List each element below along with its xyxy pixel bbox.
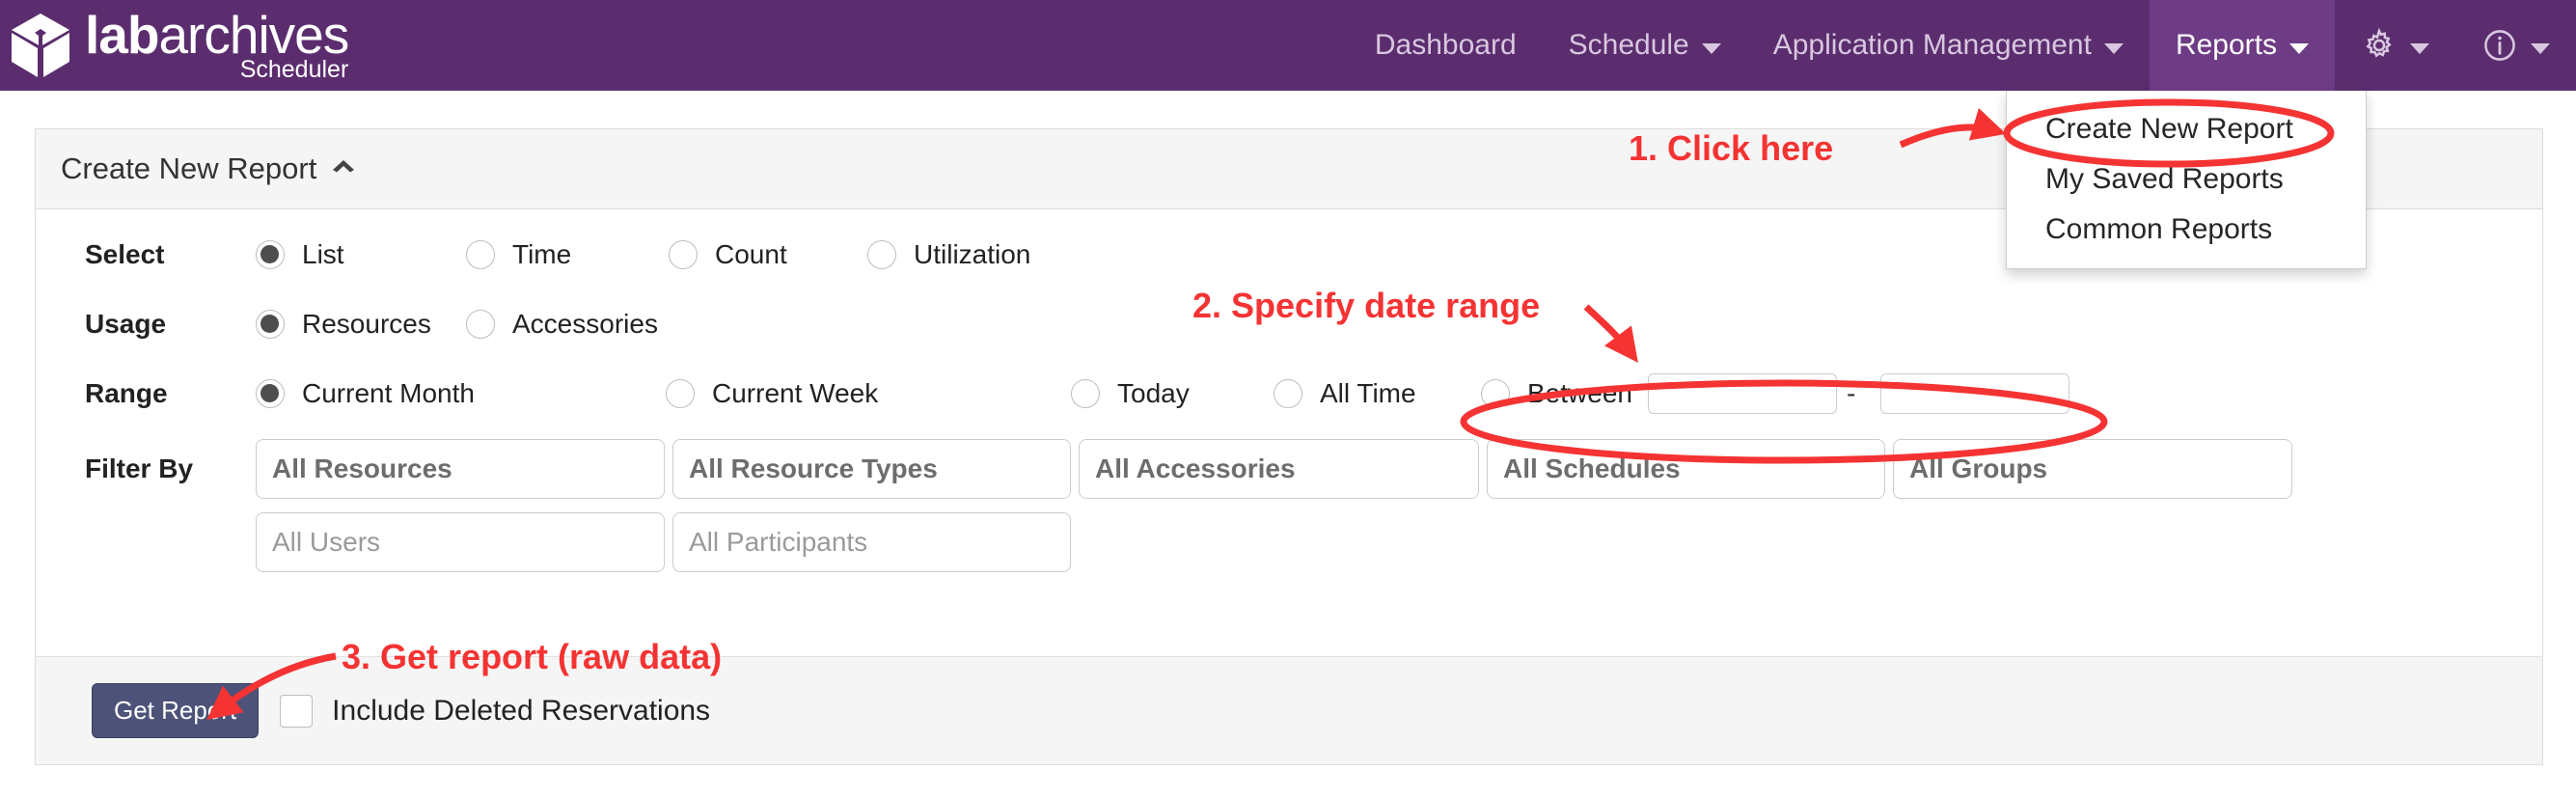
panel-title: Create New Report [61, 151, 317, 185]
radio-icon[interactable] [466, 240, 495, 269]
radio-icon[interactable] [256, 379, 285, 408]
nav-item-label: Schedule [1568, 29, 1689, 61]
radio-option-accessories[interactable]: Accessories [466, 309, 658, 340]
top-navigation-bar: labarchives Scheduler Dashboard Schedule… [0, 0, 2576, 91]
chevron-down-icon [1701, 42, 1721, 54]
brand-logo[interactable]: labarchives Scheduler [10, 0, 349, 91]
radio-option-time[interactable]: Time [466, 239, 669, 270]
radio-label: Current Week [712, 378, 879, 408]
nav-items: Dashboard Schedule Application Managemen… [1349, 0, 2576, 91]
radio-option-current-month[interactable]: Current Month [256, 378, 666, 409]
filter-all-users[interactable]: All Users [256, 512, 665, 572]
radio-icon[interactable] [1071, 379, 1100, 408]
radio-label: Resources [302, 309, 431, 339]
date-range-start-input[interactable] [1647, 373, 1837, 414]
menu-item-create-new-report[interactable]: Create New Report [2007, 104, 2366, 154]
menu-item-my-saved-reports[interactable]: My Saved Reports [2007, 154, 2366, 205]
gear-icon [2366, 27, 2392, 58]
radio-label: Between [1527, 378, 1632, 408]
radio-label: List [302, 239, 344, 269]
include-deleted-checkbox[interactable] [280, 694, 314, 728]
date-range-end-input[interactable] [1880, 373, 2070, 414]
radio-label: Utilization [914, 239, 1031, 269]
brand-wordmark: labarchives [85, 9, 349, 62]
row-label-filter-by: Filter By [85, 453, 194, 483]
radio-option-list[interactable]: List [256, 239, 466, 270]
filter-all-resources[interactable]: All Resources [256, 439, 665, 499]
radio-option-all-time[interactable]: All Time [1274, 378, 1481, 409]
radio-label: Accessories [512, 309, 658, 339]
menu-item-common-reports[interactable]: Common Reports [2007, 205, 2366, 255]
radio-label: Today [1117, 378, 1190, 408]
radio-option-count[interactable]: Count [669, 239, 867, 270]
brand-word-bold: lab [85, 5, 159, 65]
filter-all-accessories[interactable]: All Accessories [1079, 439, 1479, 499]
annotation-text-step1: 1. Click here [1629, 128, 1834, 168]
radio-icon[interactable] [1481, 379, 1510, 408]
annotation-text-step2: 2. Specify date range [1192, 286, 1541, 325]
nav-item-label: Dashboard [1374, 29, 1517, 61]
reports-dropdown-menu: Create New Report My Saved Reports Commo… [2006, 91, 2367, 269]
nav-item-info[interactable] [2455, 0, 2576, 91]
nav-item-schedule[interactable]: Schedule [1543, 0, 1747, 91]
chevron-up-icon[interactable] [329, 155, 358, 179]
filter-all-participants[interactable]: All Participants [672, 512, 1071, 572]
panel-body: Select List Time Count Utilization Usage [36, 231, 2542, 572]
chevron-down-icon [2410, 42, 2429, 54]
radio-option-today[interactable]: Today [1071, 378, 1274, 409]
radio-icon[interactable] [256, 310, 285, 339]
chevron-down-icon [2103, 42, 2124, 54]
radio-option-current-week[interactable]: Current Week [666, 378, 1071, 409]
annotation-text-step3: 3. Get report (raw data) [342, 637, 723, 676]
brand-subtitle: Scheduler [239, 56, 349, 83]
radio-label: Time [512, 239, 572, 269]
chevron-down-icon [2289, 42, 2309, 54]
row-range: Range Current Month Current Week Today A… [36, 370, 2542, 418]
nav-item-dashboard[interactable]: Dashboard [1349, 0, 1543, 91]
include-deleted-label: Include Deleted Reservations [332, 694, 711, 727]
radio-label: All Time [1320, 378, 1416, 408]
radio-option-between[interactable]: Between - [1481, 373, 2070, 414]
radio-icon[interactable] [867, 240, 896, 269]
get-report-button[interactable]: Get Report [92, 683, 260, 738]
radio-option-utilization[interactable]: Utilization [867, 239, 1030, 270]
nav-item-label: Reports [2175, 29, 2277, 61]
radio-icon[interactable] [666, 379, 695, 408]
chevron-down-icon [2531, 42, 2550, 54]
radio-option-resources[interactable]: Resources [256, 309, 466, 340]
nav-item-settings[interactable] [2335, 0, 2455, 91]
row-label-select: Select [85, 239, 165, 269]
radio-icon[interactable] [466, 310, 495, 339]
radio-label: Count [715, 239, 787, 269]
nav-item-application-management[interactable]: Application Management [1747, 0, 2150, 91]
filter-all-groups[interactable]: All Groups [1893, 439, 2292, 499]
filter-all-resource-types[interactable]: All Resource Types [672, 439, 1071, 499]
radio-icon[interactable] [1274, 379, 1302, 408]
nav-item-reports[interactable]: Reports [2149, 0, 2335, 91]
info-icon [2484, 30, 2515, 61]
radio-icon[interactable] [669, 240, 698, 269]
nav-item-label: Application Management [1772, 29, 2092, 61]
radio-label: Current Month [302, 378, 475, 408]
filter-all-schedules[interactable]: All Schedules [1487, 439, 1885, 499]
chevron-up-glyph [333, 159, 355, 172]
row-label-range: Range [85, 378, 168, 408]
row-filter-by-secondary: All Users All Participants [36, 512, 2542, 572]
row-label-usage: Usage [85, 309, 167, 339]
date-range-separator: - [1846, 378, 1856, 408]
row-filter-by: Filter By All Resources All Resource Typ… [36, 439, 2542, 499]
cube-icon [12, 14, 69, 77]
radio-icon[interactable] [256, 240, 285, 269]
